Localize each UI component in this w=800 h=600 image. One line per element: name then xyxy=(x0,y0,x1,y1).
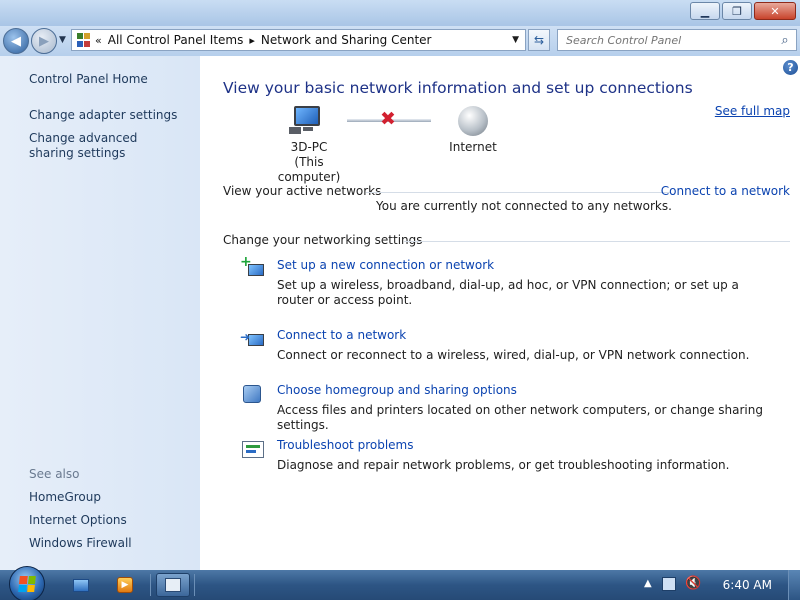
sidebar-link-change-advanced-sharing-settings[interactable]: Change advanced sharing settings xyxy=(29,131,179,161)
sidebar-link-change-adapter-settings[interactable]: Change adapter settings xyxy=(29,108,189,123)
task-description: Set up a wireless, broadband, dial-up, a… xyxy=(277,278,739,307)
new-connection-icon: + xyxy=(240,254,266,282)
troubleshoot-link[interactable]: Troubleshoot problems xyxy=(277,438,413,452)
homegroup-icon xyxy=(240,383,266,407)
task-description: Access files and printers located on oth… xyxy=(277,403,763,432)
homegroup-sharing-link[interactable]: Choose homegroup and sharing options xyxy=(277,383,517,397)
maximize-button[interactable]: ❐ xyxy=(722,2,752,20)
connect-network-link[interactable]: Connect to a network xyxy=(277,328,406,342)
search-icon[interactable]: ⌕ xyxy=(774,33,796,48)
close-button[interactable]: ✕ xyxy=(754,2,796,20)
address-dropdown-icon[interactable]: ▼ xyxy=(512,35,519,45)
task-description: Diagnose and repair network problems, or… xyxy=(277,458,730,472)
sidebar-link-control-panel-home[interactable]: Control Panel Home xyxy=(29,72,189,87)
media-player-icon: ▶ xyxy=(117,577,133,593)
computer-subtitle: (This computer) xyxy=(277,155,341,184)
show-hidden-icons[interactable]: ▲ xyxy=(644,578,652,589)
networking-settings-heading: Change your networking settings xyxy=(223,233,423,247)
active-networks-heading: View your active networks xyxy=(223,184,382,198)
internet-globe-icon xyxy=(458,106,488,136)
taskbar-explorer[interactable] xyxy=(64,573,98,597)
troubleshoot-icon xyxy=(240,438,266,462)
recent-pages-dropdown-icon[interactable]: ▼ xyxy=(59,35,66,45)
computer-name: 3D-PC xyxy=(290,140,328,154)
search-input[interactable] xyxy=(558,33,774,47)
taskbar-separator xyxy=(194,574,195,596)
internet-label: Internet xyxy=(449,140,497,154)
control-panel-icon xyxy=(77,33,91,47)
help-icon[interactable]: ? xyxy=(783,60,798,75)
breadcrumb-network-and-sharing-center[interactable]: Network and Sharing Center xyxy=(261,33,432,47)
navigation-bar: ◀ ▶ ▼ « All Control Panel Items ▸ Networ… xyxy=(0,26,800,56)
sidebar-link-homegroup[interactable]: HomeGroup xyxy=(29,490,189,505)
connect-network-icon: ➜ xyxy=(240,328,266,352)
computer-icon xyxy=(289,106,323,134)
connection-status-text: You are currently not connected to any n… xyxy=(376,199,672,213)
explorer-icon xyxy=(73,578,89,592)
see-also-heading: See also xyxy=(29,467,80,481)
taskbar-separator xyxy=(150,574,151,596)
address-bar[interactable]: « All Control Panel Items ▸ Network and … xyxy=(71,29,526,51)
back-button[interactable]: ◀ xyxy=(3,28,29,54)
disconnected-x-icon[interactable]: ✖ xyxy=(380,108,396,130)
setup-connection-link[interactable]: Set up a new connection or network xyxy=(277,258,494,272)
sidebar: Control Panel Home Change adapter settin… xyxy=(0,56,200,570)
task-description: Connect or reconnect to a wireless, wire… xyxy=(277,348,750,362)
sidebar-link-internet-options[interactable]: Internet Options xyxy=(29,513,189,528)
network-tray-icon[interactable] xyxy=(662,577,676,591)
volume-muted-icon[interactable]: 🔇 xyxy=(685,576,701,591)
taskbar: ▶ ▲ 🔇 6:40 AM xyxy=(0,566,800,600)
breadcrumb-separator[interactable]: ▸ xyxy=(249,34,255,47)
network-map: 3D-PC (This computer) ✖ Internet xyxy=(240,104,560,184)
system-tray: ▲ 🔇 xyxy=(640,570,800,600)
main-panel: ? View your basic network information an… xyxy=(200,56,800,570)
minimize-button[interactable]: ▁ xyxy=(690,2,720,20)
computer-label: 3D-PC (This computer) xyxy=(264,140,354,185)
clock[interactable]: 6:40 AM xyxy=(723,578,772,592)
window-controls: ▁ ❐ ✕ xyxy=(690,2,796,20)
divider xyxy=(366,192,670,193)
breadcrumb-all-control-panel-items[interactable]: All Control Panel Items xyxy=(108,33,244,47)
search-box[interactable]: ⌕ xyxy=(557,29,797,51)
divider xyxy=(404,241,790,242)
page-title: View your basic network information and … xyxy=(223,79,693,97)
control-panel-window-icon xyxy=(165,578,181,592)
taskbar-media-player[interactable]: ▶ xyxy=(108,573,142,597)
breadcrumb-overflow[interactable]: « xyxy=(95,34,102,47)
forward-button[interactable]: ▶ xyxy=(31,28,57,54)
sidebar-link-windows-firewall[interactable]: Windows Firewall xyxy=(29,536,189,551)
title-bar: ▁ ❐ ✕ xyxy=(0,0,800,26)
connect-to-network-link[interactable]: Connect to a network xyxy=(661,184,790,198)
see-full-map-link[interactable]: See full map xyxy=(715,104,790,118)
windows-logo-icon xyxy=(18,576,36,592)
taskbar-control-panel[interactable] xyxy=(156,573,190,597)
refresh-button[interactable]: ⇆ xyxy=(528,29,550,51)
content-area: Control Panel Home Change adapter settin… xyxy=(0,56,800,570)
show-desktop-button[interactable] xyxy=(788,570,800,600)
start-button[interactable] xyxy=(9,566,45,600)
